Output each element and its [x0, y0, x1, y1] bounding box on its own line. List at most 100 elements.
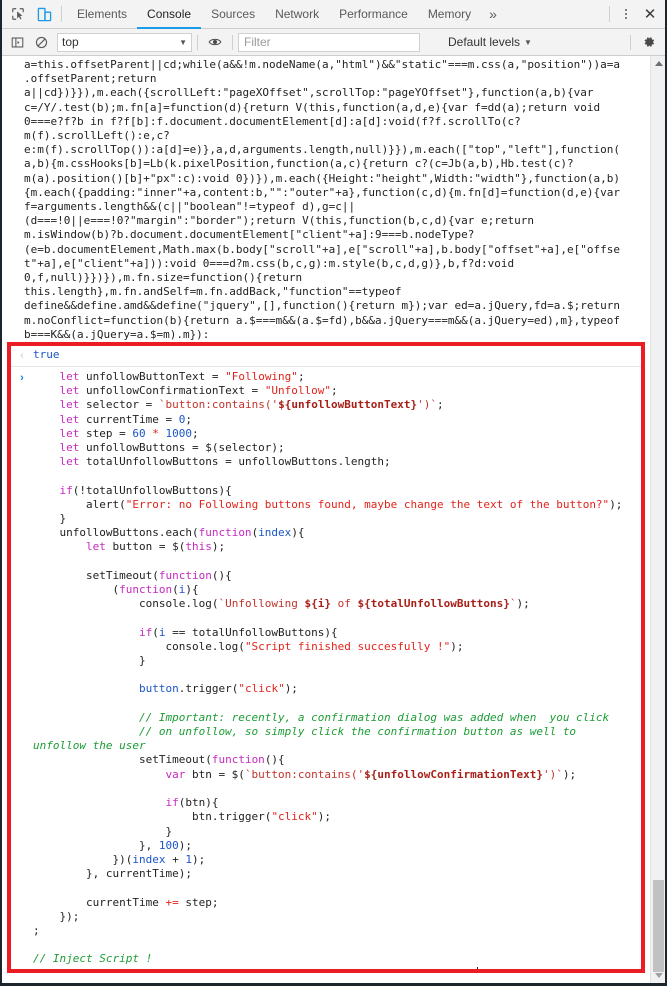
code-token-plain: unfollowButtons.each( — [33, 526, 199, 540]
scroll-down-arrow-icon[interactable] — [651, 968, 665, 983]
code-line: if(btn){ — [33, 796, 633, 810]
code-token-plain: ); — [191, 852, 206, 866]
tab-console[interactable]: Console — [137, 1, 202, 29]
code-token-plain: ); — [211, 540, 226, 554]
code-token-kw: this — [185, 540, 212, 554]
eye-glyph — [208, 38, 222, 46]
code-token-tstr: `Unfollowing — [218, 597, 305, 611]
console-editor[interactable]: let unfollowButtonText = "Following"; le… — [33, 370, 641, 969]
console-input-row[interactable]: › let unfollowButtonText = "Following"; … — [11, 367, 641, 969]
code-line: let button = $(this); — [33, 540, 633, 554]
code-token-plain: unfollowButtons = $(selector); — [79, 441, 285, 455]
code-token-str: "Script finished succesfully !" — [244, 639, 451, 653]
code-token-plain: }, currentTime); — [33, 867, 192, 881]
code-token-plain: ); — [516, 597, 530, 611]
code-token-plain: ); — [317, 810, 332, 824]
tab-sources[interactable]: Sources — [201, 1, 265, 29]
settings-gear-icon[interactable] — [636, 30, 662, 54]
code-token-plain: step; — [178, 895, 219, 909]
console-scrollbar[interactable] — [650, 56, 665, 983]
code-token-plain: currentTime = — [79, 412, 179, 426]
log-levels-dropdown[interactable]: Default levels ▼ — [448, 35, 532, 49]
inspect-element-icon[interactable] — [4, 1, 31, 27]
scrollbar-thumb[interactable] — [653, 880, 664, 972]
code-token-plain: ); — [609, 497, 623, 511]
tab-network[interactable]: Network — [265, 1, 329, 29]
code-token-str: "Error: no Following buttons found, mayb… — [125, 497, 610, 511]
code-token-ident: index — [132, 852, 166, 866]
code-token-plain: ; — [331, 384, 338, 398]
code-token-tvar: ${totalUnfollowButtons} — [357, 597, 510, 611]
live-expression-icon[interactable] — [203, 30, 227, 54]
device-toolbar-icon[interactable] — [31, 1, 58, 27]
close-icon[interactable]: ✕ — [637, 1, 663, 27]
execution-context-select[interactable]: top ▼ — [57, 32, 192, 52]
code-token-kw: function — [211, 753, 265, 767]
code-token-kw: let — [59, 370, 80, 383]
code-token-ident: button — [138, 682, 179, 696]
filterbar-divider-2 — [232, 34, 233, 50]
triangle-up-glyph — [654, 61, 663, 66]
filter-input[interactable] — [238, 32, 420, 52]
code-token-plain: ; — [297, 370, 305, 383]
filterbar-right-group — [625, 30, 662, 54]
code-line: document.getElementsByTagName('head')[0]… — [33, 966, 633, 969]
code-token-plain: (){ — [264, 753, 285, 767]
clear-console-icon[interactable] — [29, 30, 53, 54]
code-line: if(!totalUnfollowButtons){ — [33, 484, 633, 498]
code-line: let unfollowConfirmationText = "Unfollow… — [33, 384, 633, 398]
chevron-down-icon-levels: ▼ — [524, 37, 532, 47]
code-token-plain: } — [33, 824, 173, 838]
code-line: if(i == totalUnfollowButtons){ — [33, 626, 633, 640]
code-token-ident: index — [258, 526, 292, 540]
code-token-plain: selector = — [79, 398, 159, 412]
code-token-tvar: ${i} — [304, 597, 332, 611]
code-token-tstr: ')` — [417, 398, 438, 412]
code-line: // Inject Script ! — [33, 952, 633, 966]
code-line: alert("Error: no Following buttons found… — [33, 498, 633, 512]
toolbar-right-group: ✕ — [606, 0, 663, 28]
tab-performance[interactable]: Performance — [329, 1, 418, 29]
highlight-box-content: ‹ true › let unfollowButtonText = "Follo… — [11, 346, 641, 969]
code-line: } — [33, 825, 633, 839]
code-line: } — [33, 654, 633, 668]
code-token-str: 'head' — [232, 967, 272, 969]
chevron-down-icon: ▼ — [179, 37, 187, 47]
code-token-kw: let — [59, 384, 80, 398]
text-cursor — [476, 966, 478, 969]
code-token-plain: document.getElementsByTagName( — [33, 967, 232, 969]
code-line: }, currentTime); — [33, 867, 633, 881]
more-tabs-icon[interactable]: » — [481, 1, 505, 29]
scroll-up-arrow-icon[interactable] — [651, 56, 665, 71]
code-token-str: "Unfollow" — [264, 384, 332, 398]
device-toolbar-glyph — [37, 7, 52, 21]
code-token-plain: ( — [33, 583, 120, 597]
inspect-element-glyph — [11, 8, 24, 20]
tab-memory[interactable]: Memory — [418, 1, 481, 29]
code-token-plain: ; — [191, 426, 199, 440]
code-token-tstr: ')` — [542, 767, 563, 781]
console-filter-bar: top ▼ Default levels ▼ — [2, 29, 665, 56]
code-token-plain: unfollowButtonText = — [79, 370, 226, 383]
filterbar-divider-3 — [630, 34, 631, 50]
code-token-kw: if — [59, 483, 73, 497]
code-token-plain: )[ — [271, 967, 284, 969]
code-token-num: 1000 — [165, 426, 192, 440]
code-line: ; — [33, 924, 633, 938]
more-options-icon[interactable] — [615, 1, 637, 27]
code-token-plain: ); — [562, 767, 577, 781]
code-token-plain: alert( — [33, 497, 126, 511]
console-sidebar-icon[interactable] — [5, 30, 29, 54]
tab-elements[interactable]: Elements — [67, 1, 137, 29]
console-script-text[interactable]: let unfollowButtonText = "Following"; le… — [33, 370, 633, 969]
code-line: let unfollowButtonText = "Following"; — [33, 370, 633, 384]
code-token-plain: ].appendChild(jqueryScript); — [291, 967, 476, 969]
code-token-kw: function — [119, 583, 173, 597]
